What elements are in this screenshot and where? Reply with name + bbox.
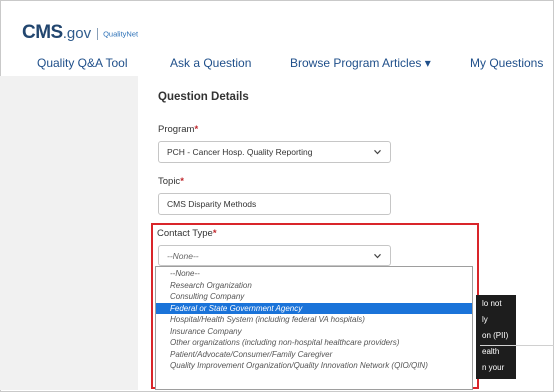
- dropdown-option-federal-state-agency[interactable]: Federal or State Government Agency: [156, 302, 472, 314]
- contact-type-select-value: --None--: [167, 250, 199, 261]
- nav-quality-qa-tool[interactable]: Quality Q&A Tool: [37, 56, 128, 70]
- contact-type-label: Contact Type*: [157, 228, 217, 239]
- program-label-text: Program: [158, 124, 195, 135]
- tooltip-line: n your: [482, 363, 505, 372]
- dropdown-option-insurance-company[interactable]: Insurance Company: [156, 326, 472, 338]
- cms-logo[interactable]: CMS.gov QualityNet: [22, 22, 138, 44]
- dropdown-option-none[interactable]: --None--: [156, 268, 472, 280]
- section-title: Question Details: [158, 91, 249, 103]
- dropdown-option-hospital-health-system[interactable]: Hospital/Health System (including federa…: [156, 314, 472, 326]
- chevron-down-icon: [374, 253, 381, 258]
- dropdown-option-qio-qin[interactable]: Quality Improvement Organization/Quality…: [156, 360, 472, 372]
- tooltip-line: lo not: [482, 299, 502, 308]
- chevron-down-icon: [374, 149, 381, 155]
- tooltip-line: on (PII): [482, 331, 509, 340]
- topic-field-value: CMS Disparity Methods: [167, 199, 257, 209]
- topic-required-marker: *: [180, 176, 184, 187]
- dropdown-option-consulting-company[interactable]: Consulting Company: [156, 291, 472, 303]
- contact-type-dropdown-list[interactable]: --None-- Research Organization Consultin…: [155, 266, 473, 390]
- tooltip-line: ealth: [482, 347, 500, 356]
- nav-my-questions[interactable]: My Questions: [470, 56, 543, 70]
- logo-gov-text: .gov: [62, 25, 92, 42]
- program-select[interactable]: PCH - Cancer Hosp. Quality Reporting: [158, 141, 391, 163]
- topic-field[interactable]: CMS Disparity Methods: [158, 193, 391, 215]
- nav-browse-program-articles[interactable]: Browse Program Articles ▾: [290, 56, 431, 70]
- contact-type-label-text: Contact Type: [157, 228, 213, 239]
- program-required-marker: *: [194, 124, 199, 135]
- tooltip-line: ly: [482, 315, 488, 324]
- pii-tooltip: lo not ly on (PII) ealth n your: [476, 295, 516, 379]
- contact-type-required-marker: *: [212, 228, 217, 239]
- dropdown-option-research-organization[interactable]: Research Organization: [156, 280, 472, 292]
- dropdown-option-other-organizations[interactable]: Other organizations (including non-hospi…: [156, 337, 472, 349]
- logo-qualitynet-text: QualityNet: [103, 29, 139, 39]
- dropdown-option-patient-advocate[interactable]: Patient/Advocate/Consumer/Family Caregiv…: [156, 349, 472, 361]
- program-select-value: PCH - Cancer Hosp. Quality Reporting: [167, 147, 313, 157]
- program-label: Program*: [158, 124, 198, 135]
- topic-label: Topic*: [158, 176, 184, 187]
- logo-cms-text: CMS: [22, 22, 63, 43]
- contact-type-select[interactable]: --None--: [158, 245, 391, 266]
- logo-divider: [97, 27, 99, 40]
- content-divider: [480, 345, 554, 346]
- topic-label-text: Topic: [158, 176, 181, 187]
- left-sidebar: [0, 76, 138, 390]
- nav-ask-a-question[interactable]: Ask a Question: [170, 56, 251, 70]
